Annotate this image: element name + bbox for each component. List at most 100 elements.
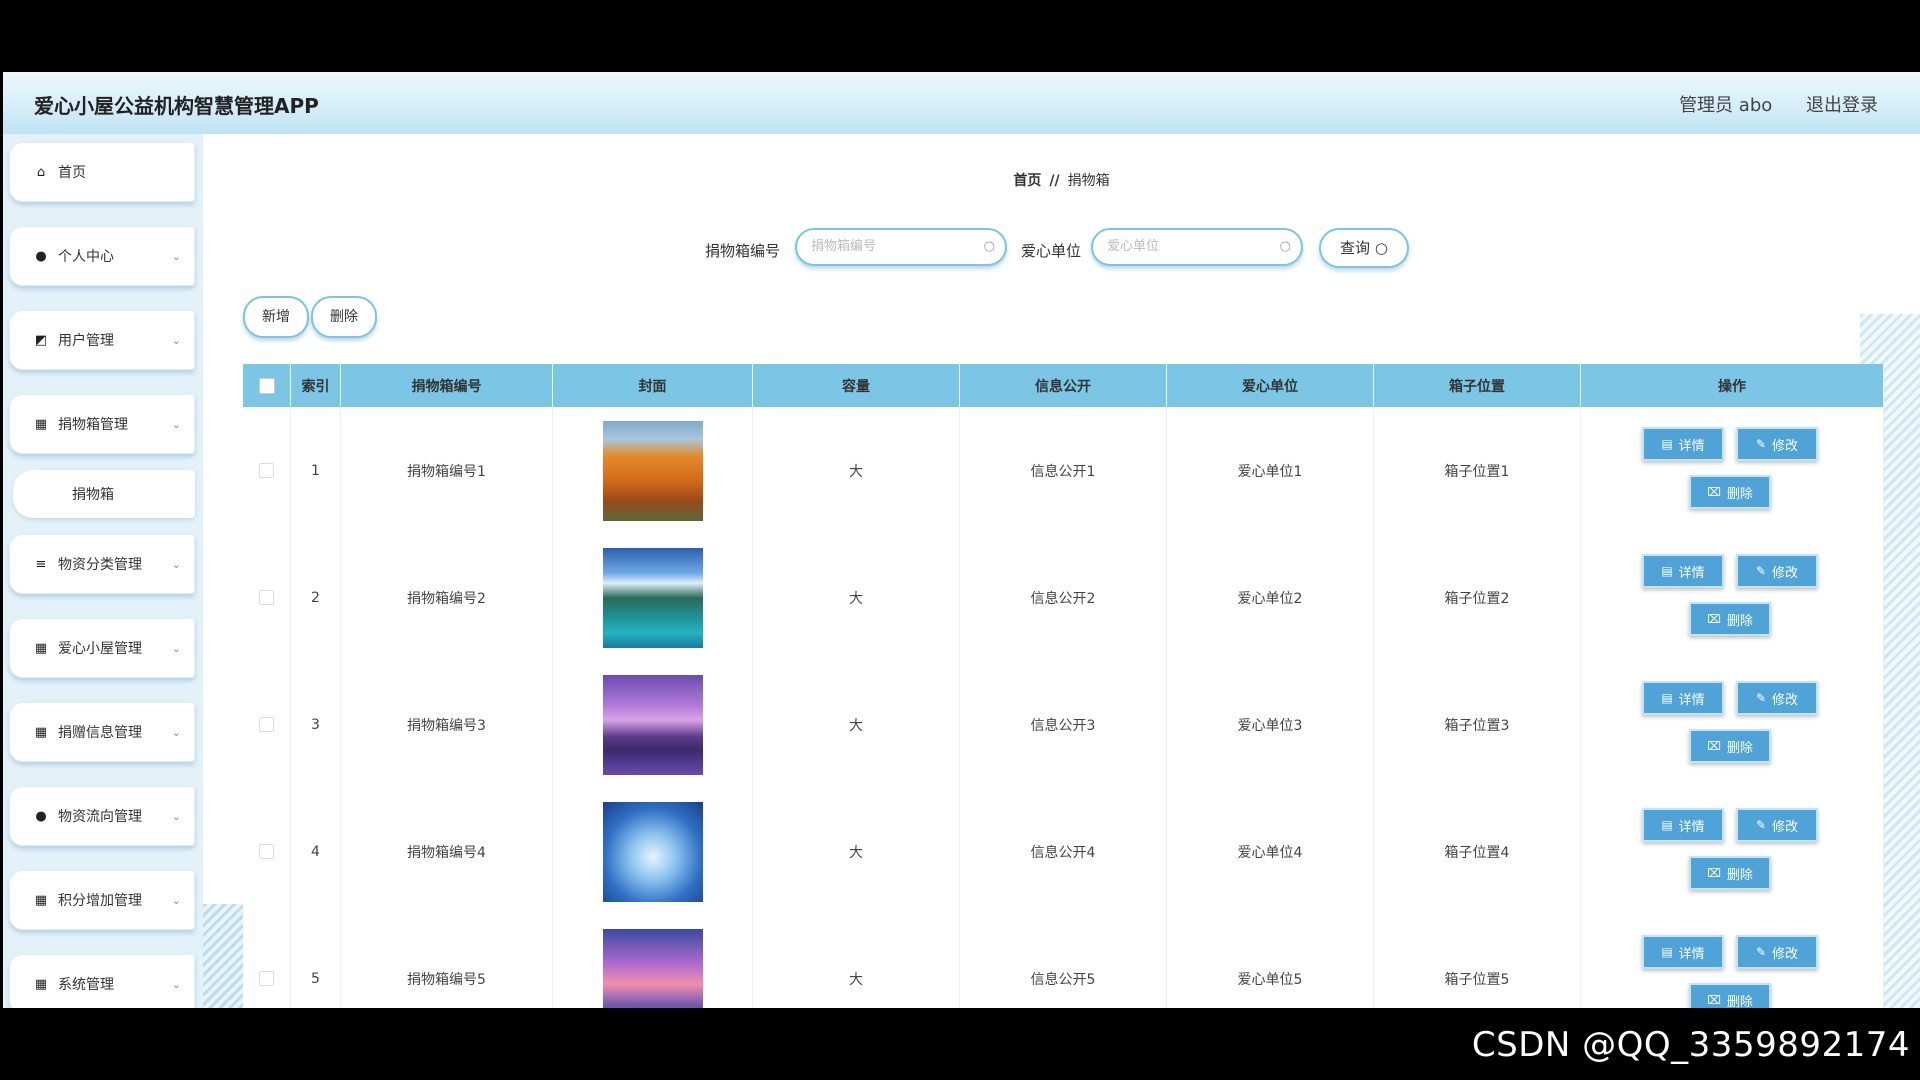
- table-row: 4 捐物箱编号4 大信息公开4 爱心单位4 箱子位置4 ▤ 详情 ✎ 修改 ⌧ 删除: [243, 788, 1884, 916]
- cell-unit: 爱心单位2: [1167, 534, 1374, 661]
- detail-button[interactable]: ▤ 详情: [1642, 935, 1724, 969]
- box-no-input[interactable]: 捐物箱编号 ○: [795, 228, 1007, 266]
- sidebar-item-label: 用户管理: [58, 333, 114, 349]
- add-button[interactable]: 新增: [243, 296, 309, 338]
- row-select-cell: [243, 788, 291, 915]
- logout-link[interactable]: 退出登录: [1806, 95, 1878, 116]
- row-checkbox[interactable]: [259, 717, 274, 732]
- sidebar-item-label: 捐赠信息管理: [58, 725, 142, 741]
- column-header: 爱心单位: [1167, 364, 1374, 407]
- top-bar: 爱心小屋公益机构智慧管理APP 管理员 abo 退出登录: [3, 72, 1920, 135]
- detail-icon: ▤: [1661, 564, 1673, 578]
- delete-button[interactable]: ⌧ 删除: [1689, 729, 1771, 763]
- chevron-down-icon: ⌄: [171, 893, 181, 907]
- edit-icon: ✎: [1755, 437, 1767, 451]
- cover-image[interactable]: [602, 928, 703, 1008]
- cell-capacity: 大: [753, 788, 960, 915]
- detail-button[interactable]: ▤ 详情: [1642, 427, 1724, 461]
- admin-user-label[interactable]: 管理员 abo: [1679, 95, 1772, 116]
- sidebar-item[interactable]: ⌂ 首页: [9, 142, 195, 202]
- row-checkbox[interactable]: [259, 590, 274, 605]
- chevron-down-icon: ⌄: [171, 725, 181, 739]
- unit-input[interactable]: 爱心单位 ○: [1091, 228, 1303, 266]
- main-content: 首页 // 捐物箱 捐物箱编号 捐物箱编号 ○ 爱心单位 爱心单位 ○ 查询 ○ 新…: [203, 134, 1920, 1008]
- operations-cell: ▤ 详情 ✎ 修改 ⌧ 删除: [1581, 407, 1884, 534]
- delete-button[interactable]: ⌧ 删除: [1689, 983, 1771, 1008]
- column-header: 捐物箱编号: [341, 364, 553, 407]
- cell-capacity: 大: [753, 915, 960, 1008]
- detail-button[interactable]: ▤ 详情: [1642, 554, 1724, 588]
- sidebar-item[interactable]: ● 个人中心 ⌄: [9, 226, 195, 286]
- delete-button-label: 删除: [1726, 994, 1753, 1009]
- cell-capacity: 大: [753, 407, 960, 534]
- cell-index: 2: [291, 534, 341, 661]
- sidebar-item[interactable]: ▦ 系统管理 ⌄: [9, 954, 195, 1008]
- edit-button[interactable]: ✎ 修改: [1736, 808, 1818, 842]
- operations-cell: ▤ 详情 ✎ 修改 ⌧ 删除: [1581, 534, 1884, 661]
- sidebar-item[interactable]: ▦ 积分增加管理 ⌄: [9, 870, 195, 930]
- detail-button-label: 详情: [1678, 819, 1705, 835]
- sidebar-subitem-label: 捐物箱: [72, 487, 114, 503]
- apps-icon: ▦: [34, 724, 48, 740]
- row-checkbox[interactable]: [259, 971, 274, 986]
- table-header: 索引 捐物箱编号 封面 容量 信息公开 爱心单位 箱子位置 操作: [243, 364, 1884, 407]
- sidebar-item-label: 捐物箱管理: [58, 417, 128, 433]
- sidebar-item-label: 爱心小屋管理: [58, 641, 142, 657]
- row-checkbox[interactable]: [259, 463, 274, 478]
- batch-delete-button[interactable]: 删除: [311, 296, 377, 338]
- cell-box-no: 捐物箱编号3: [341, 661, 553, 788]
- delete-button[interactable]: ⌧ 删除: [1689, 856, 1771, 890]
- column-header: 信息公开: [960, 364, 1167, 407]
- delete-button-label: 删除: [1726, 613, 1753, 629]
- cover-cell: [553, 534, 753, 661]
- cell-box-no: 捐物箱编号4: [341, 788, 553, 915]
- sidebar-item[interactable]: ▦ 爱心小屋管理 ⌄: [9, 618, 195, 678]
- detail-icon: ▤: [1661, 818, 1673, 832]
- sidebar-item[interactable]: ≡ 物资分类管理 ⌄: [9, 534, 195, 594]
- edit-button[interactable]: ✎ 修改: [1736, 681, 1818, 715]
- chevron-down-icon: ⌄: [171, 249, 181, 263]
- cell-box-no: 捐物箱编号2: [341, 534, 553, 661]
- cell-unit: 爱心单位1: [1167, 407, 1374, 534]
- detail-button-label: 详情: [1678, 565, 1705, 581]
- delete-button[interactable]: ⌧ 删除: [1689, 475, 1771, 509]
- breadcrumb: 首页 // 捐物箱: [203, 170, 1920, 190]
- row-select-cell: [243, 915, 291, 1008]
- breadcrumb-home[interactable]: 首页: [1013, 173, 1041, 189]
- edit-button-label: 修改: [1772, 438, 1799, 454]
- detail-button-label: 详情: [1678, 946, 1705, 962]
- delete-button-label: 删除: [1726, 486, 1753, 502]
- cover-image[interactable]: [602, 547, 703, 648]
- search-icon: ○: [1374, 239, 1388, 257]
- sidebar-item[interactable]: ▦ 捐赠信息管理 ⌄: [9, 702, 195, 762]
- query-button[interactable]: 查询 ○: [1319, 228, 1409, 268]
- operations-cell: ▤ 详情 ✎ 修改 ⌧ 删除: [1581, 661, 1884, 788]
- sidebar-subitem-donation-box[interactable]: 捐物箱: [13, 470, 195, 518]
- detail-button[interactable]: ▤ 详情: [1642, 808, 1724, 842]
- edit-button[interactable]: ✎ 修改: [1736, 935, 1818, 969]
- sidebar-item[interactable]: ● 物资流向管理 ⌄: [9, 786, 195, 846]
- cell-index: 3: [291, 661, 341, 788]
- cover-image[interactable]: [602, 674, 703, 775]
- box-no-label: 捐物箱编号: [705, 242, 781, 260]
- cover-image[interactable]: [602, 420, 703, 521]
- delete-button[interactable]: ⌧ 删除: [1689, 602, 1771, 636]
- cell-box-no: 捐物箱编号1: [341, 407, 553, 534]
- breadcrumb-separator: //: [1049, 173, 1060, 189]
- cover-image[interactable]: [602, 801, 703, 902]
- cell-location: 箱子位置1: [1374, 407, 1581, 534]
- sidebar-item[interactable]: ◩ 用户管理 ⌄: [9, 310, 195, 370]
- select-all-checkbox[interactable]: [258, 377, 275, 394]
- delete-button-label: 删除: [1726, 867, 1753, 883]
- detail-button[interactable]: ▤ 详情: [1642, 681, 1724, 715]
- edit-button[interactable]: ✎ 修改: [1736, 427, 1818, 461]
- edit-button[interactable]: ✎ 修改: [1736, 554, 1818, 588]
- edit-icon: ✎: [1755, 818, 1767, 832]
- sidebar-item[interactable]: ▦ 捐物箱管理 ⌄: [9, 394, 195, 454]
- trash-icon: ⌧: [1707, 866, 1721, 880]
- trash-icon: ⌧: [1707, 739, 1721, 753]
- edit-button-label: 修改: [1772, 692, 1799, 708]
- sidebar: ⌂ 首页 ● 个人中心 ⌄ ◩ 用户管理 ⌄ ▦ 捐物箱管理 ⌄ ≡ 物资分类管理 ⌄ ▦ 爱心小屋管理 ⌄ ▦ 捐…: [3, 134, 203, 1008]
- row-checkbox[interactable]: [259, 844, 274, 859]
- unit-placeholder: 爱心单位: [1107, 239, 1160, 254]
